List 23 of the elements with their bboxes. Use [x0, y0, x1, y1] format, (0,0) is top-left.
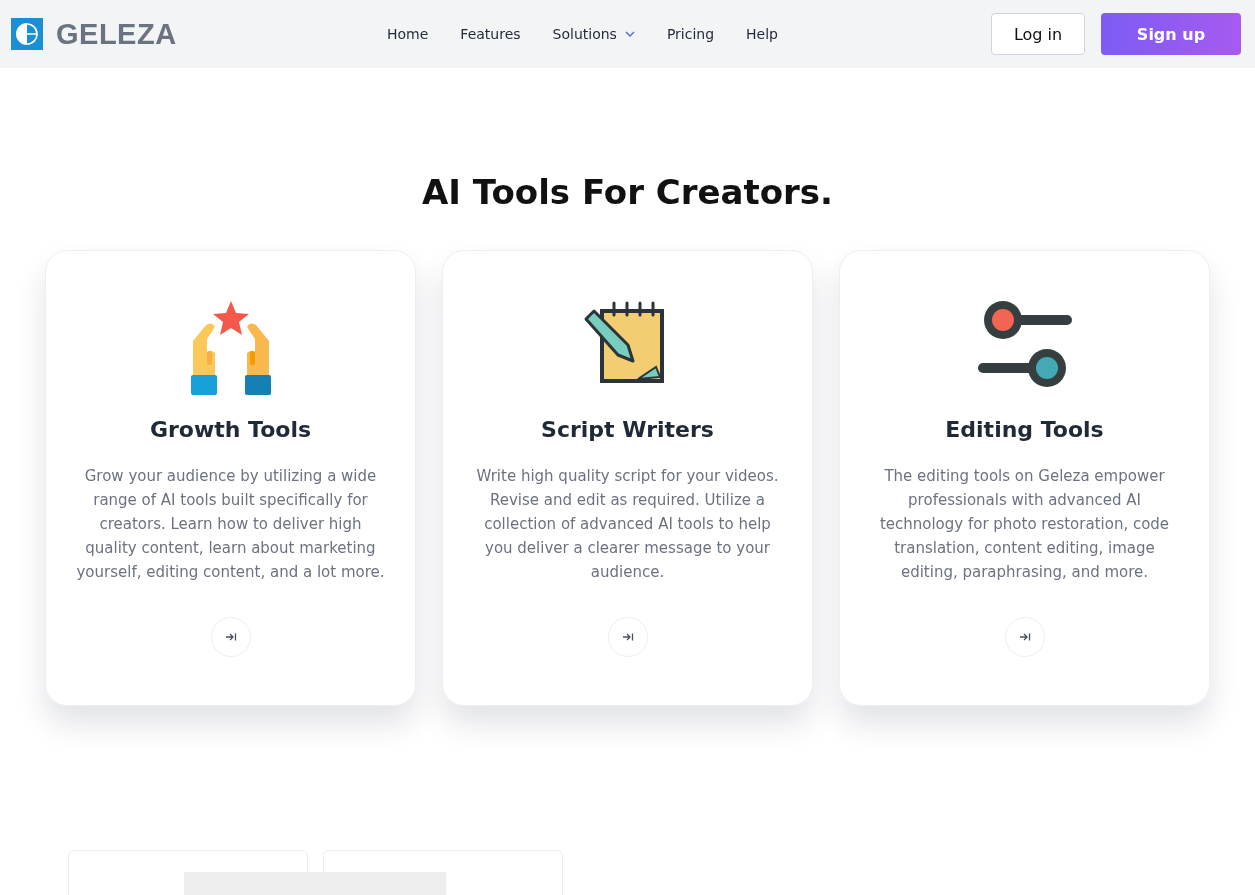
logo-icon	[11, 18, 43, 50]
arrow-right-to-line-icon	[224, 632, 237, 642]
login-button[interactable]: Log in	[991, 13, 1085, 55]
card-description: Write high quality script for your videos. Revise and edit as required. Utilize a collection of advanced AI tools to help you deliver a clearer message to your audience.	[475, 466, 780, 583]
card-description: The editing tools on Geleza empower professionals with advanced AI technology for photo restoration, code translation, content editing, image editing, paraphrasing, and more.	[878, 466, 1171, 583]
arrow-right-to-line-icon	[621, 632, 634, 642]
card-description: Grow your audience by utilizing a wide range of AI tools built specifically for creators. Learn how to deliver high quality content, learn about marketing yourself, editing content, and a lot more.	[75, 466, 386, 583]
nav-link[interactable]: Home	[387, 26, 429, 42]
arrow-button[interactable]	[210, 617, 251, 657]
arrow-right-to-line-icon	[1018, 632, 1031, 642]
section-title: AI Tools For Creators.	[422, 172, 833, 212]
arrow-button[interactable]	[607, 617, 648, 657]
nav-link[interactable]: Solutions	[552, 26, 635, 42]
logo-text: GELEZA	[56, 17, 177, 51]
signup-button[interactable]: Sign up	[1101, 13, 1241, 55]
card-title: Editing Tools	[945, 417, 1104, 442]
nav-link[interactable]: Pricing	[666, 26, 715, 42]
card-title: Growth Tools	[149, 417, 312, 442]
card-title: Script Writers	[541, 417, 714, 442]
arrow-button[interactable]	[1004, 617, 1045, 657]
chevron-down-icon	[624, 31, 635, 37]
nav-link[interactable]: Help	[746, 26, 778, 42]
nav-link[interactable]: Features	[460, 26, 521, 42]
